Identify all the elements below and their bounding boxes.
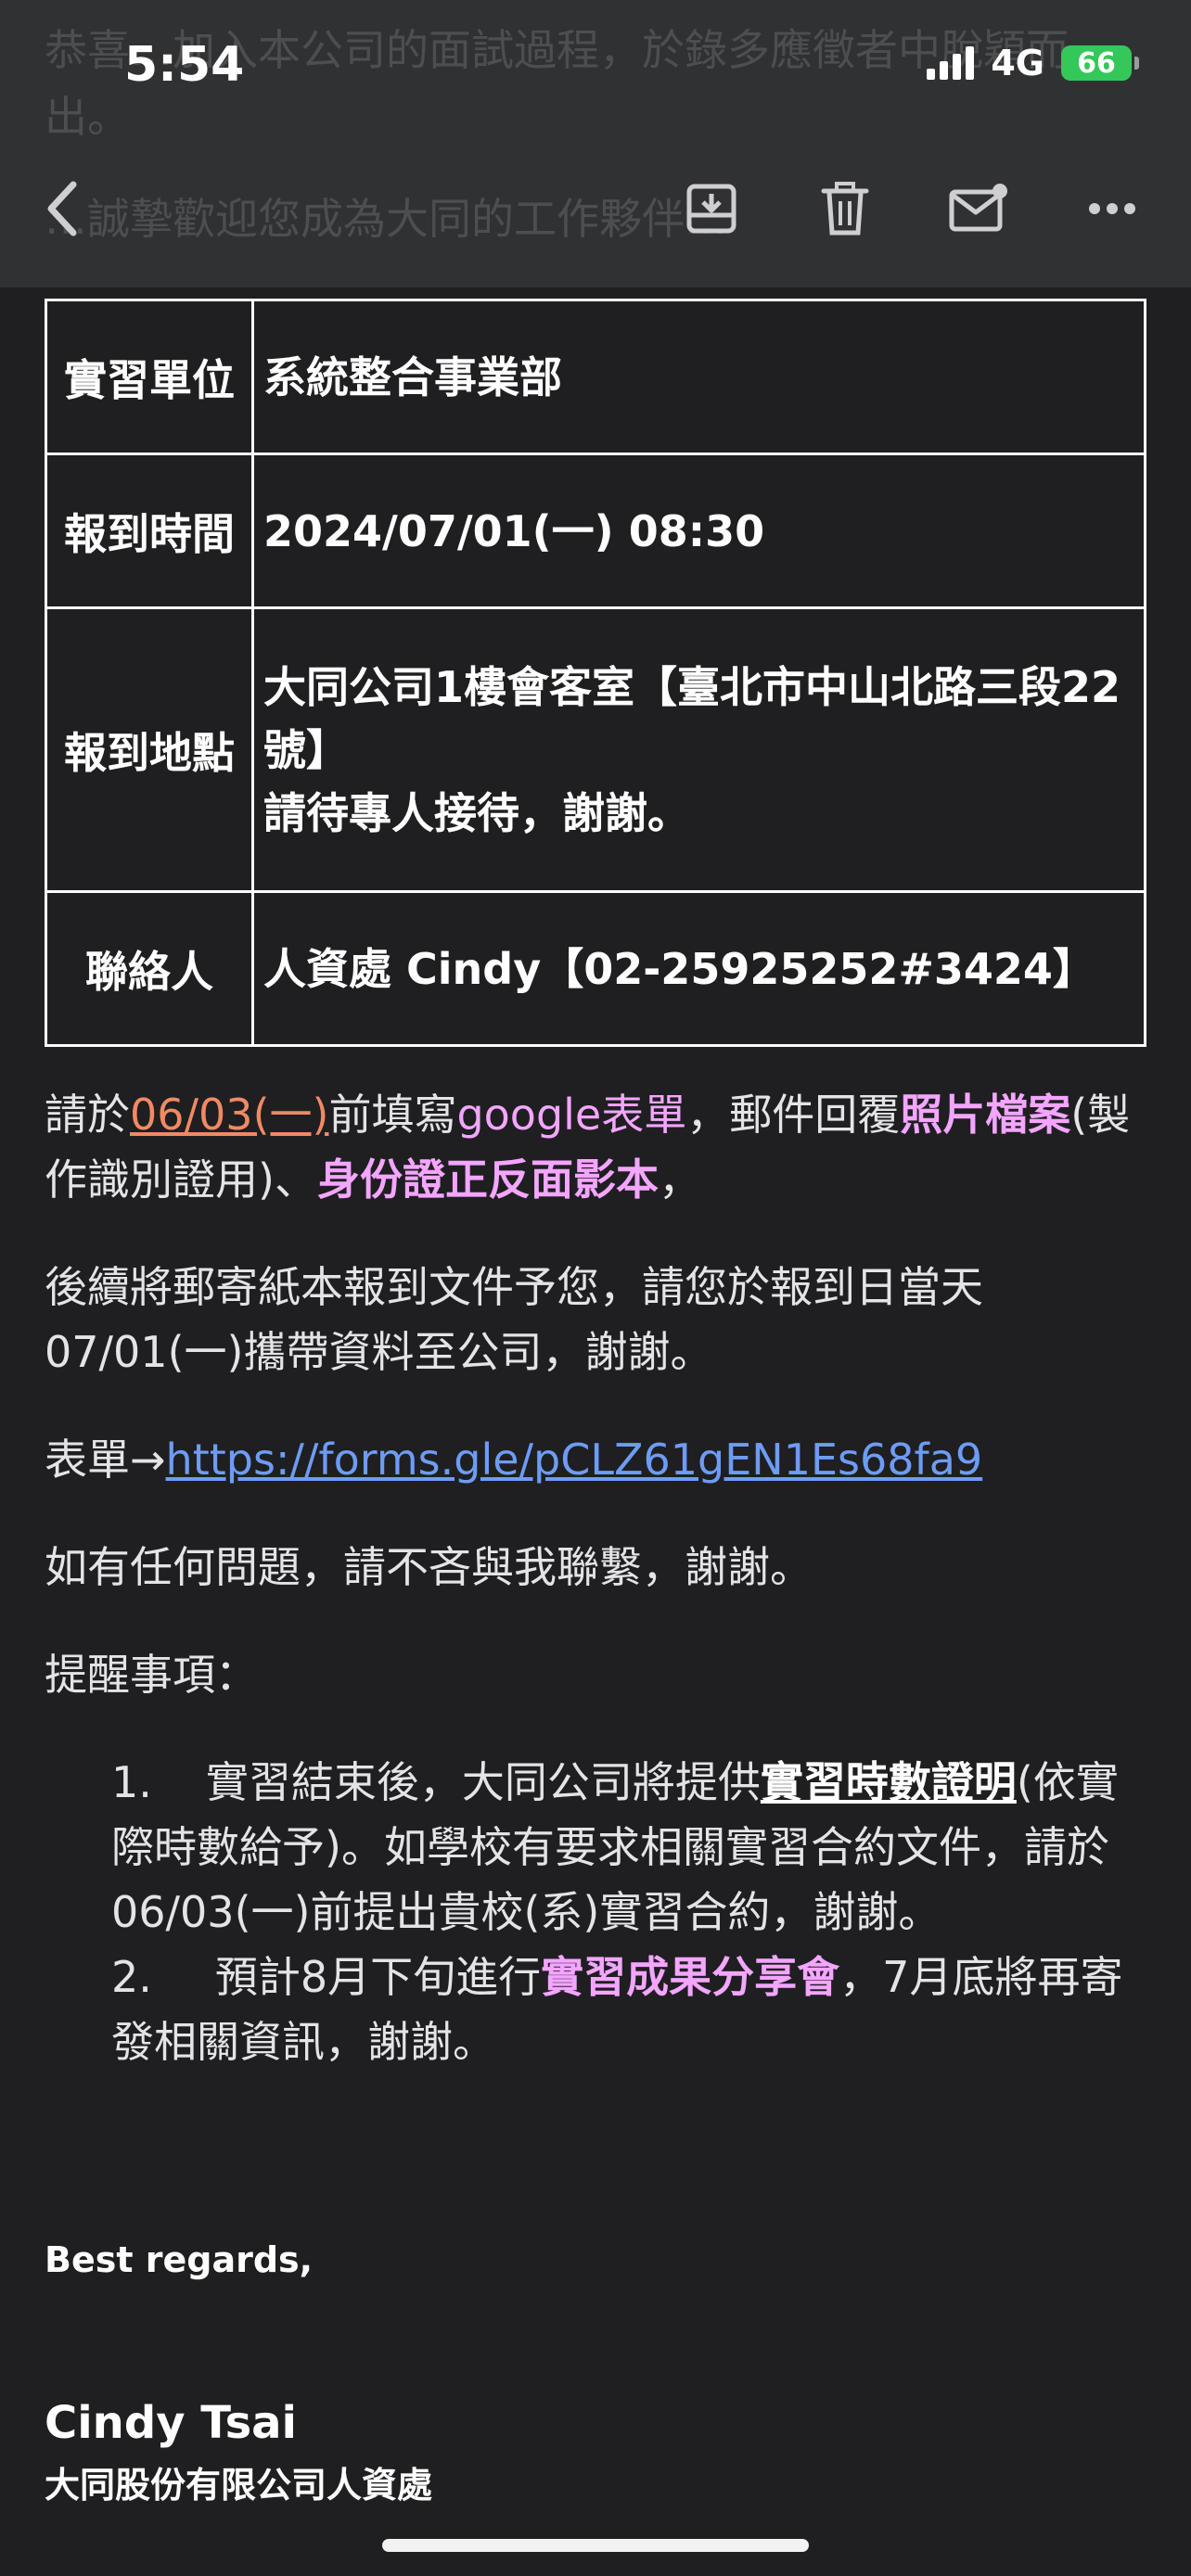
delete-button[interactable] [813,176,877,241]
table-row: 實習單位 系統整合事業部 [45,299,1146,455]
list-item: 2. 預計8月下旬進行實習成果分享會，7月底將再寄發相關資訊，謝謝。 [111,1945,1146,2074]
status-icons: 4G 66 [927,43,1139,83]
top-bar: 恭喜…加入本公司的面試過程，於錄多應徵者中脫穎而 出。 …誠摯歡迎您成為大同的工… [0,0,1191,287]
email-body: 實習單位 系統整合事業部 報到時間 2024/07/01(一) 08:30 報到… [45,299,1146,2507]
text: 請於 [45,1090,130,1140]
back-button[interactable] [30,176,95,241]
table-value: 2024/07/01(一) 08:30 [251,453,1146,609]
form-link[interactable]: https://forms.gle/pCLZ61gEN1Es68fa9 [166,1435,983,1485]
table-row: 報到地點 大同公司1樓會客室【臺北市中山北路三段22號】 請待專人接待，謝謝。 [45,606,1146,893]
sharing-session-text: 實習成果分享會 [541,1952,840,2002]
signal-icon [927,46,975,80]
mark-unread-button[interactable] [946,176,1011,241]
photo-file-text: 照片檔案 [900,1090,1071,1140]
table-row: 聯絡人 人資處 Cindy【02-25925252#3424】 [45,890,1146,1047]
mail-info-paragraph: 後續將郵寄紙本報到文件予您，請您於報到日當天 07/01(一)攜帶資料至公司，謝… [45,1255,1146,1384]
status-time: 5:54 [124,37,245,93]
text: 後續將郵寄紙本報到文件予您，請您於報到日當天 [45,1262,983,1312]
table-value: 系統整合事業部 [251,299,1146,455]
form-label: 表單→ [45,1435,166,1485]
archive-icon [686,184,736,234]
info-table: 實習單位 系統整合事業部 報到時間 2024/07/01(一) 08:30 報到… [45,299,1146,1047]
id-copy-text: 身份證正反面影本 [316,1154,659,1205]
back-icon [47,181,77,236]
table-row: 報到時間 2024/07/01(一) 08:30 [45,453,1146,609]
reminder-title: 提醒事項： [45,1650,258,1700]
table-key: 報到時間 [45,453,254,609]
more-icon [1089,203,1135,214]
archive-button[interactable] [679,176,744,241]
battery-level: 66 [1077,46,1116,80]
trash-icon [821,182,869,236]
ghost-subject-line: …誠摯歡迎您成為大同的工作夥伴… [45,194,727,244]
list-number: 1. [111,1757,152,1807]
list-item: 1. 實習結束後，大同公司將提供實習時數證明(依實際時數給予)。如學校有要求相關實… [111,1750,1146,1945]
text: 預計8月下旬進行 [214,1952,542,2002]
text: 07/01(一)攜帶資料至公司，謝謝。 [45,1327,713,1377]
ghost-subject-line: 出。 [45,92,130,142]
form-line: 表單→https://forms.gle/pCLZ61gEN1Es68fa9 [45,1427,1146,1492]
list-number: 2. [111,1952,152,2002]
contact-paragraph: 如有任何問題，請不吝與我聯繫，謝謝。 [45,1542,813,1592]
battery-icon: 66 [1061,45,1139,81]
table-key: 聯絡人 [45,890,254,1047]
mark-unread-icon [949,184,1007,232]
signature-name: Cindy Tsai [45,2397,297,2449]
internship-hours-certificate: 實習時數證明 [760,1757,1017,1807]
reminder-list: 1. 實習結束後，大同公司將提供實習時數證明(依實際時數給予)。如學校有要求相關實… [45,1750,1146,2074]
text: 實習結束後，大同公司將提供 [205,1757,761,1807]
table-key: 報到地點 [45,606,254,893]
home-indicator[interactable] [382,2539,809,2552]
table-key: 實習單位 [45,299,254,455]
signoff: Best regards, [45,2239,314,2280]
table-value: 人資處 Cindy【02-25925252#3424】 [251,890,1146,1047]
more-button[interactable] [1080,176,1145,241]
google-form-text: google表單 [456,1090,687,1140]
table-value: 大同公司1樓會客室【臺北市中山北路三段22號】 請待專人接待，謝謝。 [251,606,1146,893]
text: ， [658,1154,701,1205]
deadline-date: 06/03(一) [130,1090,329,1140]
text: ，郵件回覆 [686,1090,901,1140]
network-type: 4G [991,43,1044,83]
text: 前填寫 [328,1090,457,1140]
address-text: 大同公司1樓會客室【臺北市中山北路三段22號】 [263,661,1121,775]
address-note: 請待專人接待，謝謝。 [263,787,690,838]
instruction-paragraph: 請於06/03(一)前填寫google表單，郵件回覆照片檔案(製作識別證用)、身… [45,1082,1146,1212]
signature-org: 大同股份有限公司人資處 [45,2465,433,2506]
